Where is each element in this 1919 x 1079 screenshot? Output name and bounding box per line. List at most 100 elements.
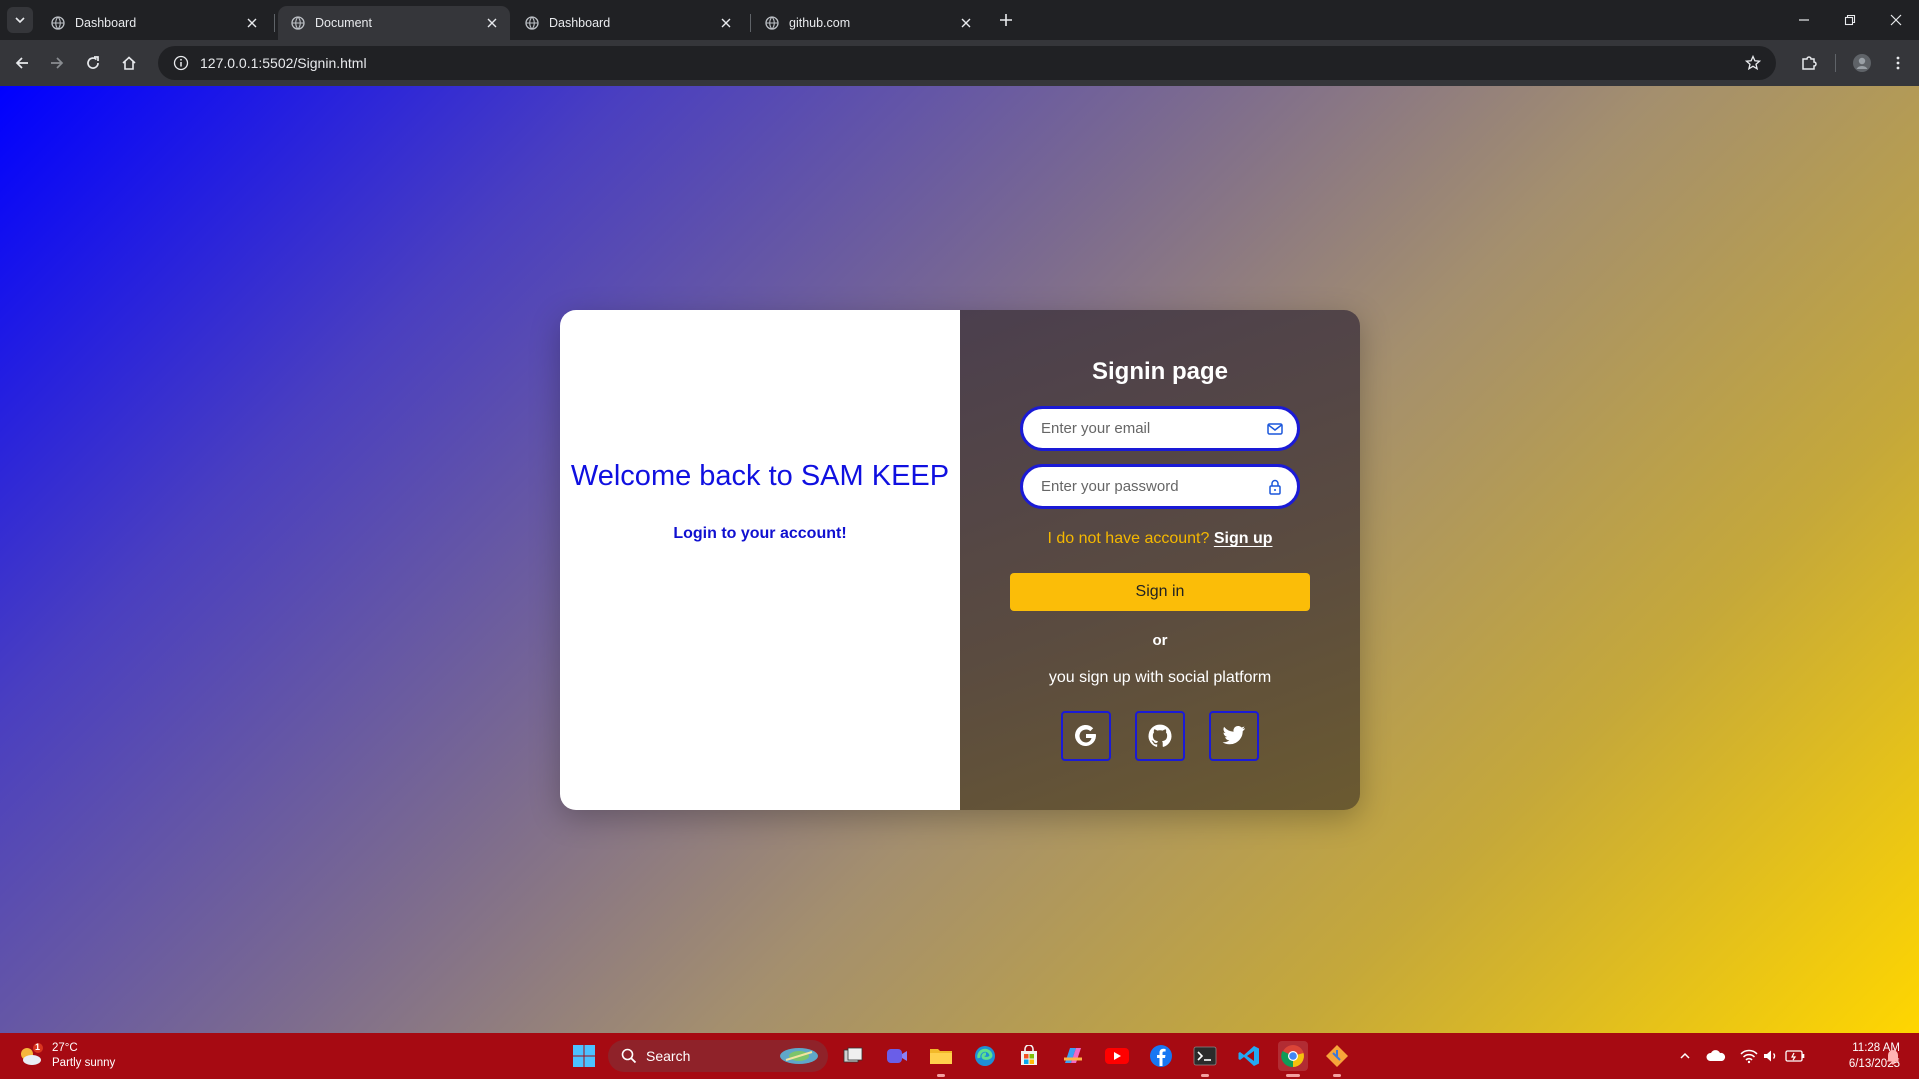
email-input[interactable] <box>1041 420 1261 437</box>
terminal-icon[interactable] <box>1190 1041 1220 1077</box>
wifi-icon[interactable] <box>1738 1045 1760 1067</box>
minimize-button[interactable] <box>1781 0 1827 40</box>
home-icon <box>122 56 136 70</box>
welcome-panel: Welcome back to SAM KEEP Login to your a… <box>560 310 960 810</box>
new-tab-button[interactable] <box>994 8 1018 32</box>
or-divider: or <box>1152 632 1168 649</box>
weather-temperature: 27°C <box>52 1042 78 1054</box>
chrome-icon[interactable] <box>1278 1041 1308 1077</box>
welcome-heading: Welcome back to SAM KEEP <box>570 460 950 492</box>
tab-dashboard-2[interactable]: Dashboard <box>512 6 744 40</box>
plus-icon <box>1000 14 1012 26</box>
site-info-icon[interactable] <box>166 46 196 80</box>
partly-sunny-icon: 1 <box>16 1042 44 1070</box>
show-hidden-icons-chevron-up-icon[interactable] <box>1674 1045 1696 1067</box>
taskbar-search[interactable]: Search <box>608 1040 828 1072</box>
github-button[interactable] <box>1135 711 1185 761</box>
signup-link[interactable]: Sign up <box>1214 530 1273 547</box>
minimize-icon <box>1799 19 1809 21</box>
close-window-button[interactable] <box>1873 0 1919 40</box>
signin-card: Welcome back to SAM KEEP Login to your a… <box>560 310 1360 810</box>
google-button[interactable] <box>1061 711 1111 761</box>
page-viewport: Welcome back to SAM KEEP Login to your a… <box>0 86 1919 1033</box>
tab-separator <box>274 14 275 32</box>
globe-icon <box>290 15 306 31</box>
volume-icon[interactable] <box>1760 1045 1782 1067</box>
google-icon <box>1075 724 1096 746</box>
battery-icon[interactable] <box>1784 1045 1806 1067</box>
search-label: Search <box>646 1048 691 1064</box>
close-icon <box>1890 14 1902 26</box>
social-buttons <box>1061 711 1259 761</box>
globe-icon <box>524 15 540 31</box>
file-explorer-icon[interactable] <box>926 1041 956 1077</box>
globe-icon <box>50 15 66 31</box>
tab-separator <box>750 14 751 32</box>
close-tab-icon[interactable] <box>958 15 974 31</box>
address-bar[interactable]: 127.0.0.1:5502/Signin.html <box>158 46 1776 80</box>
toolbar-separator <box>1835 54 1836 72</box>
tab-github[interactable]: github.com <box>752 6 984 40</box>
restore-button[interactable] <box>1827 0 1873 40</box>
meet-chat-icon[interactable] <box>882 1041 912 1071</box>
edge-browser-icon[interactable] <box>970 1041 1000 1071</box>
tab-title: Dashboard <box>549 16 611 30</box>
password-field <box>1020 464 1300 509</box>
arrow-right-icon <box>51 57 64 69</box>
avatar <box>1853 54 1871 72</box>
close-tab-icon[interactable] <box>244 15 260 31</box>
more-vertical-icon <box>1896 56 1900 70</box>
tab-title: Dashboard <box>75 16 137 30</box>
youtube-icon[interactable] <box>1102 1041 1132 1071</box>
weather-widget[interactable]: 1 27°C Partly sunny <box>16 1038 136 1074</box>
back-button[interactable] <box>9 50 35 76</box>
puzzle-icon <box>1802 56 1817 70</box>
search-icon <box>620 1047 638 1065</box>
tab-document[interactable]: Document <box>278 6 510 40</box>
reload-button[interactable] <box>80 50 106 76</box>
start-button[interactable] <box>569 1041 599 1071</box>
forward-button[interactable] <box>44 50 70 76</box>
tab-strip: Dashboard Document Dashboard github.com <box>0 0 1919 40</box>
bookmark-star-icon[interactable] <box>1744 54 1762 72</box>
tab-dashboard-1[interactable]: Dashboard <box>38 6 270 40</box>
no-account-text: I do not have account? <box>1047 530 1210 547</box>
windows-logo-icon <box>573 1045 595 1067</box>
facebook-icon[interactable] <box>1146 1041 1176 1071</box>
close-tab-icon[interactable] <box>484 15 500 31</box>
onedrive-icon[interactable] <box>1705 1045 1727 1067</box>
chevron-down-icon <box>15 17 25 24</box>
microsoft-store-icon[interactable] <box>1014 1041 1044 1071</box>
url-text[interactable]: 127.0.0.1:5502/Signin.html <box>200 55 367 71</box>
restore-icon <box>1844 14 1856 26</box>
close-tab-icon[interactable] <box>718 15 734 31</box>
copilot-icon[interactable] <box>1058 1041 1088 1071</box>
github-icon <box>1148 724 1172 747</box>
browser-toolbar: 127.0.0.1:5502/Signin.html <box>0 40 1919 86</box>
password-input[interactable] <box>1041 478 1261 495</box>
extensions-button[interactable] <box>1796 50 1822 76</box>
twitter-button[interactable] <box>1209 711 1259 761</box>
weather-description: Partly sunny <box>52 1057 116 1069</box>
signin-form-panel: Signin page I do not have account? Sign … <box>960 310 1360 810</box>
vscode-icon[interactable] <box>1234 1041 1264 1071</box>
home-button[interactable] <box>116 50 142 76</box>
form-title: Signin page <box>1091 358 1228 385</box>
social-platform-text: you sign up with social platform <box>1048 669 1272 686</box>
tab-title: github.com <box>789 16 851 30</box>
signin-button[interactable]: Sign in <box>1010 573 1310 611</box>
notification-bell-icon[interactable] <box>1882 1045 1904 1067</box>
globe-icon <box>764 15 780 31</box>
email-field <box>1020 406 1300 451</box>
task-view-icon[interactable] <box>838 1041 868 1071</box>
twitter-icon <box>1222 725 1245 745</box>
browser-menu-button[interactable] <box>1885 50 1911 76</box>
profile-button[interactable] <box>1849 50 1875 76</box>
git-tool-icon[interactable] <box>1322 1041 1352 1077</box>
welcome-subtitle: Login to your account! <box>673 525 847 542</box>
lock-icon <box>1267 479 1283 495</box>
weather-badge: 1 <box>35 1042 41 1052</box>
tab-search-button[interactable] <box>7 7 33 33</box>
search-highlight-icon <box>778 1046 820 1066</box>
arrow-left-icon <box>15 57 28 69</box>
